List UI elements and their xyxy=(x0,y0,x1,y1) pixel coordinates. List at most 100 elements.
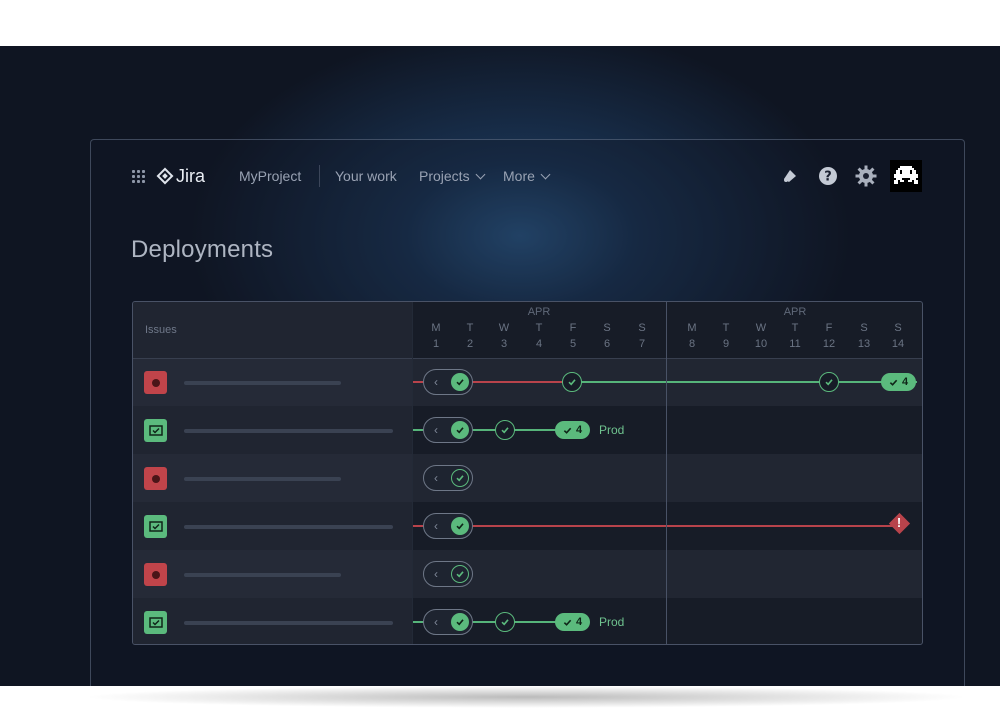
check-icon xyxy=(451,373,469,391)
deployment-toggle[interactable]: ‹ xyxy=(423,609,473,635)
top-navigation: Jira MyProject Your work Projects More ? xyxy=(91,140,964,212)
logo-text: Jira xyxy=(176,165,206,186)
jira-logo-icon xyxy=(156,167,174,185)
deployment-node[interactable] xyxy=(819,372,839,392)
day-number: 13 xyxy=(857,338,871,350)
page-title: Deployments xyxy=(131,236,274,263)
day-number: 3 xyxy=(500,338,508,350)
issues-header: Issues xyxy=(145,324,177,336)
jira-window: Jira MyProject Your work Projects More ? xyxy=(90,139,965,686)
nav-projects-label: Projects xyxy=(419,168,470,184)
day-number: 4 xyxy=(535,338,543,350)
month-label: APR xyxy=(527,306,551,318)
deployment-node[interactable] xyxy=(495,420,515,440)
table-row[interactable]: ‹ 4 xyxy=(133,358,922,406)
app-switcher-icon[interactable] xyxy=(132,170,146,184)
day-letter: W xyxy=(498,322,510,334)
failed-timeline-segment xyxy=(412,525,898,527)
day-number: 11 xyxy=(789,338,801,350)
bug-icon xyxy=(144,467,167,490)
issue-title-placeholder xyxy=(184,525,393,529)
issue-title-placeholder xyxy=(184,573,341,577)
story-icon xyxy=(144,419,167,442)
background-stage: Jira MyProject Your work Projects More ? xyxy=(0,46,1000,686)
table-row[interactable]: ‹ xyxy=(133,454,922,502)
story-icon xyxy=(144,611,167,634)
day-number: 2 xyxy=(466,338,474,350)
day-number: 1 xyxy=(432,338,440,350)
day-number: 5 xyxy=(569,338,577,350)
help-icon[interactable]: ? xyxy=(817,165,839,187)
day-letter: S xyxy=(860,322,868,334)
nav-more-label: More xyxy=(503,168,535,184)
deployment-count-pill[interactable]: 4 xyxy=(881,373,917,391)
deployment-toggle[interactable]: ‹ xyxy=(423,513,473,539)
day-letter: M xyxy=(431,322,441,334)
day-letter: W xyxy=(755,322,767,334)
day-number: 6 xyxy=(603,338,611,350)
day-number: 10 xyxy=(754,338,768,350)
nav-projects-dropdown[interactable]: Projects xyxy=(419,168,486,184)
deployment-count-pill[interactable]: 4 xyxy=(555,613,591,631)
day-letter: S xyxy=(603,322,611,334)
nav-more-dropdown[interactable]: More xyxy=(503,168,551,184)
table-row[interactable]: ‹ xyxy=(133,550,922,598)
deployment-node[interactable] xyxy=(562,372,582,392)
day-letter: S xyxy=(638,322,646,334)
environment-label: Prod xyxy=(599,615,625,629)
deployment-toggle[interactable]: ‹ xyxy=(423,561,473,587)
svg-text:?: ? xyxy=(824,170,832,185)
environment-label: Prod xyxy=(599,423,625,437)
day-letter: F xyxy=(569,322,577,334)
avatar[interactable] xyxy=(890,160,922,192)
bug-icon xyxy=(144,371,167,394)
chevron-down-icon xyxy=(475,169,486,179)
chevron-left-icon: ‹ xyxy=(434,375,438,389)
notifications-icon[interactable] xyxy=(779,165,801,187)
day-letter: T xyxy=(535,322,543,334)
week-divider xyxy=(666,302,667,644)
settings-icon[interactable] xyxy=(855,165,877,187)
check-icon xyxy=(451,517,469,535)
deployment-node[interactable] xyxy=(495,612,515,632)
day-number: 8 xyxy=(688,338,696,350)
deployment-toggle[interactable]: ‹ xyxy=(423,417,473,443)
bug-icon xyxy=(144,563,167,586)
chevron-left-icon: ‹ xyxy=(434,423,438,437)
warning-mark: ! xyxy=(896,515,902,530)
chevron-left-icon: ‹ xyxy=(434,615,438,629)
day-number: 14 xyxy=(891,338,905,350)
pill-count: 4 xyxy=(902,376,909,388)
nav-your-work[interactable]: Your work xyxy=(335,168,397,184)
deployment-toggle[interactable]: ‹ xyxy=(423,369,473,395)
day-letter: M xyxy=(687,322,697,334)
month-label: APR xyxy=(783,306,807,318)
check-icon xyxy=(451,469,469,487)
issue-title-placeholder xyxy=(184,621,393,625)
check-icon xyxy=(451,565,469,583)
day-letter: F xyxy=(825,322,833,334)
table-row[interactable]: ‹ 4 Prod xyxy=(133,598,922,644)
check-icon xyxy=(451,613,469,631)
day-letter: T xyxy=(466,322,474,334)
issue-title-placeholder xyxy=(184,429,393,433)
window-shadow xyxy=(82,686,970,708)
chevron-left-icon: ‹ xyxy=(434,471,438,485)
pill-count: 4 xyxy=(576,616,583,628)
timeline-header: Issues APR APR M T W T F S S 1 2 3 4 5 6… xyxy=(133,302,922,359)
issue-title-placeholder xyxy=(184,477,341,481)
chevron-left-icon: ‹ xyxy=(434,519,438,533)
deployment-count-pill[interactable]: 4 xyxy=(555,421,591,439)
table-row[interactable]: ‹ 4 Prod xyxy=(133,406,922,454)
day-letter: T xyxy=(791,322,799,334)
day-letter: T xyxy=(722,322,730,334)
nav-divider xyxy=(319,165,320,187)
day-number: 7 xyxy=(638,338,646,350)
pill-count: 4 xyxy=(576,424,583,436)
nav-project[interactable]: MyProject xyxy=(239,168,301,184)
deployment-toggle[interactable]: ‹ xyxy=(423,465,473,491)
deployments-board: Issues APR APR M T W T F S S 1 2 3 4 5 6… xyxy=(132,301,923,645)
jira-logo[interactable]: Jira xyxy=(156,165,206,187)
table-row[interactable]: ‹ ! xyxy=(133,502,922,550)
issues-divider xyxy=(412,302,413,644)
